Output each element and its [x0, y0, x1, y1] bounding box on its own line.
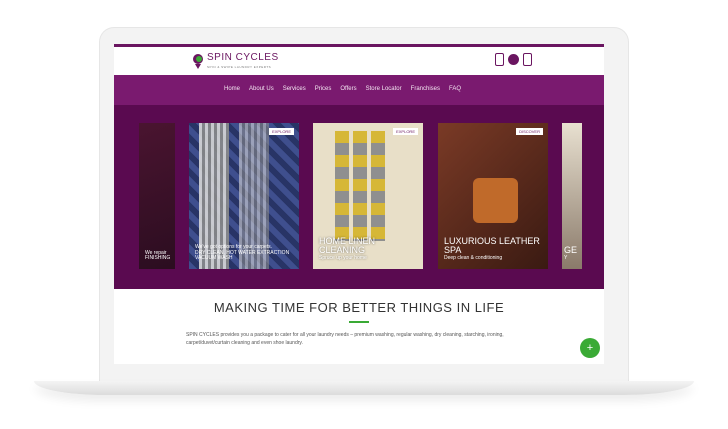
- main-navigation: Home About Us Services Prices Offers Sto…: [114, 75, 604, 105]
- card-caption-line: FINISHING: [145, 254, 171, 261]
- curtain-image: [371, 131, 385, 241]
- cart-icon[interactable]: [523, 53, 532, 66]
- card-subtitle: Y: [564, 254, 568, 261]
- handbag-image: [473, 178, 518, 223]
- card-badge[interactable]: DISCOVER: [516, 128, 543, 135]
- card-title: HOME LINEN CLEANING: [319, 235, 376, 256]
- carousel-card-home-linen[interactable]: EXPLORE HOME LINEN CLEANING Spruce up yo…: [313, 123, 423, 269]
- card-subtitle: Spruce up your home: [319, 254, 367, 261]
- nav-item-about-us[interactable]: About Us: [249, 86, 274, 92]
- laptop-base: [34, 381, 694, 395]
- intro-paragraph: SPIN CYCLES provides you a package to ca…: [186, 332, 504, 346]
- site-header: SPIN CYCLES SPIN & SWIPE LAUNDRY EXPERTS: [114, 47, 604, 75]
- brand-title[interactable]: SPIN CYCLES: [207, 52, 279, 63]
- curtain-image: [335, 131, 349, 241]
- user-icon[interactable]: [508, 54, 519, 65]
- carousel-card-leather-spa[interactable]: DISCOVER LUXURIOUS LEATHER SPA Deep clea…: [438, 123, 548, 269]
- brand-subtitle: SPIN & SWIPE LAUNDRY EXPERTS: [207, 65, 272, 69]
- page-headline: MAKING TIME FOR BETTER THINGS IN LIFE: [213, 300, 505, 315]
- nav-item-faq[interactable]: FAQ: [449, 86, 461, 92]
- card-badge[interactable]: EXPLORE: [393, 128, 418, 135]
- carousel-card-carpet[interactable]: EXPLORE We've got options for your carpe…: [189, 123, 299, 269]
- nav-item-store-locator[interactable]: Store Locator: [366, 86, 402, 92]
- nav-item-prices[interactable]: Prices: [315, 86, 332, 92]
- nav-item-offers[interactable]: Offers: [340, 86, 356, 92]
- website-screen: SPIN CYCLES SPIN & SWIPE LAUNDRY EXPERTS…: [114, 44, 604, 364]
- card-caption-line: VACUUM WASH: [195, 254, 233, 261]
- mobile-icon[interactable]: [495, 53, 504, 66]
- carousel-card-partial[interactable]: GE Y: [562, 123, 582, 269]
- nav-item-home[interactable]: Home: [224, 86, 240, 92]
- plus-icon[interactable]: +: [580, 338, 600, 358]
- card-subtitle: Deep clean & conditioning: [444, 254, 503, 261]
- curtain-image: [353, 131, 367, 241]
- carousel-card-finishing[interactable]: We repair FINISHING: [139, 123, 175, 269]
- headline-underline: [349, 321, 369, 323]
- nav-item-franchises[interactable]: Franchises: [411, 86, 440, 92]
- services-carousel: We repair FINISHING EXPLORE We've got op…: [114, 105, 604, 289]
- nav-item-services[interactable]: Services: [283, 86, 306, 92]
- card-badge[interactable]: EXPLORE: [269, 128, 294, 135]
- logo-icon: [193, 54, 203, 69]
- card-title: LUXURIOUS LEATHER SPA: [444, 235, 540, 256]
